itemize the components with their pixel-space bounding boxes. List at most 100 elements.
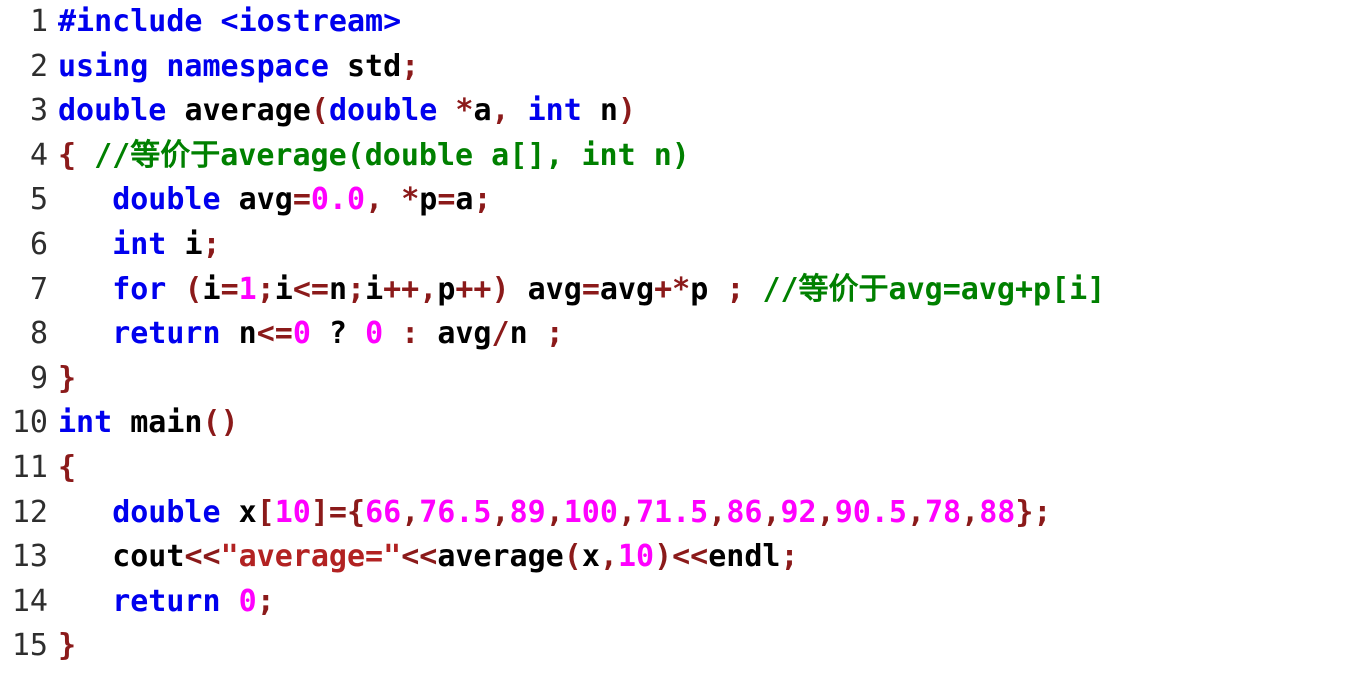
- token-punc: ,: [365, 182, 402, 218]
- code-line[interactable]: 6 int i;: [0, 223, 1345, 268]
- code-line-content[interactable]: double avg=0.0, *p=a;: [48, 178, 492, 223]
- token-punc: /: [491, 316, 510, 352]
- code-line-content[interactable]: using namespace std;: [48, 45, 419, 90]
- token-plain: average: [437, 539, 564, 575]
- token-punc: ): [654, 539, 673, 575]
- code-line-content[interactable]: }: [48, 357, 76, 402]
- token-punc: ,: [545, 494, 564, 530]
- line-number: 14: [11, 583, 48, 619]
- line-number: 7: [29, 271, 48, 307]
- token-punc: =: [437, 182, 456, 218]
- token-punc: ,: [491, 93, 528, 129]
- token-punc: ,: [491, 494, 510, 530]
- token-plain: a: [455, 182, 474, 218]
- token-punc: ;: [780, 539, 799, 575]
- token-punc: ;: [202, 226, 221, 262]
- token-plain: i: [274, 271, 293, 307]
- token-cmt: //等价于avg=avg+p[i]: [762, 271, 1106, 307]
- token-plain: p: [437, 271, 456, 307]
- token-key: double: [112, 494, 239, 530]
- code-line-content[interactable]: #include <iostream>: [48, 0, 401, 45]
- token-punc: (: [310, 93, 329, 129]
- token-plain: main: [130, 405, 203, 441]
- token-num: 0.0: [310, 182, 366, 218]
- token-plain: a: [473, 93, 492, 129]
- token-plain: avg: [437, 316, 492, 352]
- token-punc: [: [256, 494, 275, 530]
- code-line-content[interactable]: int i;: [48, 223, 221, 268]
- code-line-content[interactable]: cout<<"average="<<average(x,10)<<endl;: [48, 535, 799, 580]
- token-punc: (: [563, 539, 582, 575]
- code-line-content[interactable]: for (i=1;i<=n;i++,p++) avg=avg+*p ; //等价…: [48, 268, 1105, 313]
- token-punc: *: [401, 182, 420, 218]
- token-punc: ;: [347, 271, 366, 307]
- code-line[interactable]: 9}: [0, 357, 1345, 402]
- token-punc: =: [292, 182, 311, 218]
- code-line[interactable]: 8 return n<=0 ? 0 : avg/n ;: [0, 312, 1345, 357]
- code-line[interactable]: 14 return 0;: [0, 580, 1345, 625]
- code-line[interactable]: 15}: [0, 624, 1345, 669]
- code-line-content[interactable]: { //等价于average(double a[], int n): [48, 134, 690, 179]
- token-punc: {: [58, 137, 95, 173]
- token-punc: {: [58, 449, 77, 485]
- code-line-content[interactable]: int main(): [48, 401, 239, 446]
- token-punc: }: [58, 360, 77, 396]
- token-plain: cout: [112, 539, 185, 575]
- token-punc: <=: [256, 316, 293, 352]
- code-line-list: 1 #include <iostream> 2 using namespace std…: [0, 0, 1345, 669]
- token-punc: ;: [726, 271, 763, 307]
- token-punc: ;: [256, 583, 275, 619]
- code-line-content[interactable]: return n<=0 ? 0 : avg/n ;: [48, 312, 564, 357]
- token-num: 66: [365, 494, 402, 530]
- code-line-content[interactable]: double average(double *a, int n): [48, 89, 636, 134]
- token-punc: }: [58, 628, 77, 664]
- token-str: "average=": [220, 539, 402, 575]
- token-punc: };: [1015, 494, 1052, 530]
- token-key: return: [112, 583, 239, 619]
- token-key: double: [112, 182, 239, 218]
- token-punc: =: [220, 271, 239, 307]
- code-line[interactable]: 4{ //等价于average(double a[], int n): [0, 134, 1345, 179]
- token-punc: <<: [672, 539, 709, 575]
- code-line-content[interactable]: }: [48, 624, 76, 669]
- code-line[interactable]: 10 int main(): [0, 401, 1345, 446]
- token-num: 92: [780, 494, 817, 530]
- token-plain: std: [346, 48, 402, 84]
- token-punc: ,: [599, 539, 618, 575]
- token-punc: :: [383, 316, 438, 352]
- code-line[interactable]: 11 {: [0, 446, 1345, 491]
- token-plain: endl: [708, 539, 781, 575]
- token-num: 0: [292, 316, 311, 352]
- token-punc: *: [455, 93, 474, 129]
- code-line[interactable]: 1 #include <iostream>: [0, 0, 1345, 45]
- line-number: 9: [29, 360, 48, 396]
- code-line[interactable]: 3 double average(double *a, int n): [0, 89, 1345, 134]
- token-key: double: [328, 93, 456, 129]
- token-punc: ;: [256, 271, 275, 307]
- token-punc: ,: [906, 494, 925, 530]
- token-punc: ): [617, 93, 636, 129]
- code-line[interactable]: 13 cout<<"average="<<average(x,10)<<endl…: [0, 535, 1345, 580]
- code-line[interactable]: 2 using namespace std;: [0, 45, 1345, 90]
- line-number: 10: [11, 405, 48, 441]
- token-plain: n: [509, 316, 546, 352]
- token-plain: average: [184, 93, 311, 129]
- token-num: 71.5: [636, 494, 709, 530]
- token-punc: ++: [455, 271, 492, 307]
- token-punc: ,: [762, 494, 781, 530]
- code-editor[interactable]: 1 #include <iostream> 2 using namespace std…: [0, 0, 1345, 673]
- line-number: 3: [29, 93, 48, 129]
- code-line[interactable]: 7 for (i=1;i<=n;i++,p++) avg=avg+*p ; //…: [0, 268, 1345, 313]
- token-punc: ;: [473, 182, 492, 218]
- code-line[interactable]: 12 double x[10]={66,76.5,89,100,71.5,86,…: [0, 491, 1345, 536]
- code-line[interactable]: 5 double avg=0.0, *p=a;: [0, 178, 1345, 223]
- token-cmt: //等价于average(double a[], int n): [94, 137, 690, 173]
- code-line-content[interactable]: return 0;: [48, 580, 275, 625]
- token-punc: ,: [708, 494, 727, 530]
- code-line-content[interactable]: double x[10]={66,76.5,89,100,71.5,86,92,…: [48, 491, 1051, 536]
- code-line-content[interactable]: {: [48, 446, 76, 491]
